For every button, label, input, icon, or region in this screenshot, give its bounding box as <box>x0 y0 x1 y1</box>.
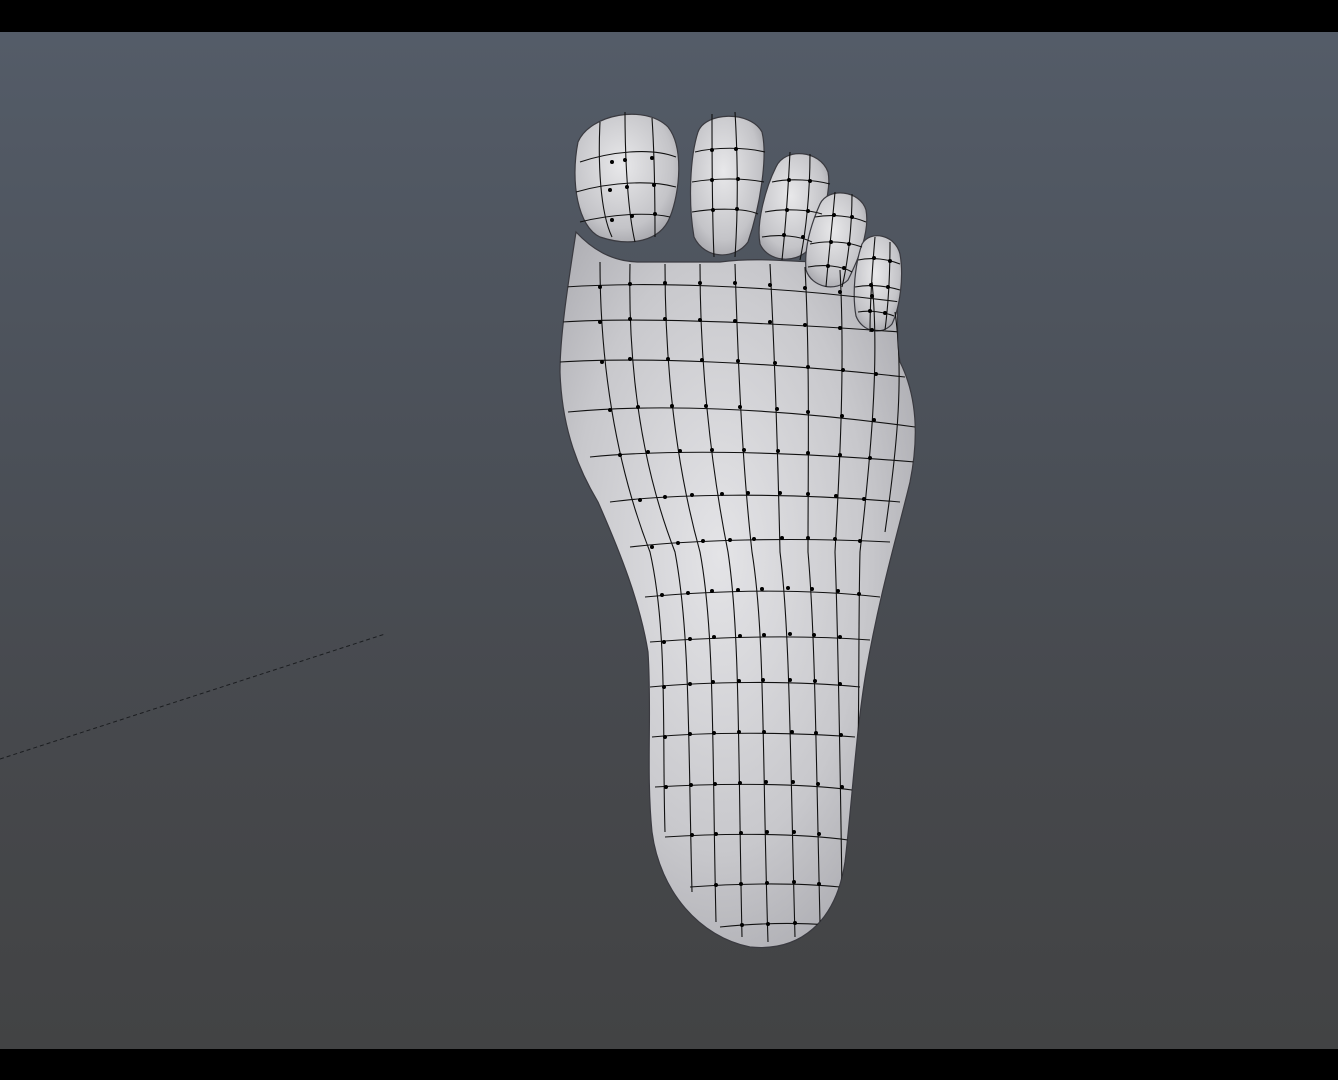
letterbox-top <box>0 0 1338 32</box>
grid-axis-line <box>0 633 386 760</box>
maya-app-window <box>0 0 1338 1080</box>
viewport-canvas[interactable] <box>0 32 1338 1049</box>
3d-viewport[interactable] <box>0 32 1338 1049</box>
second-toe[interactable] <box>689 115 765 256</box>
letterbox-bottom <box>0 1049 1338 1080</box>
foot-mesh[interactable] <box>559 111 916 949</box>
little-toe[interactable] <box>853 235 903 332</box>
